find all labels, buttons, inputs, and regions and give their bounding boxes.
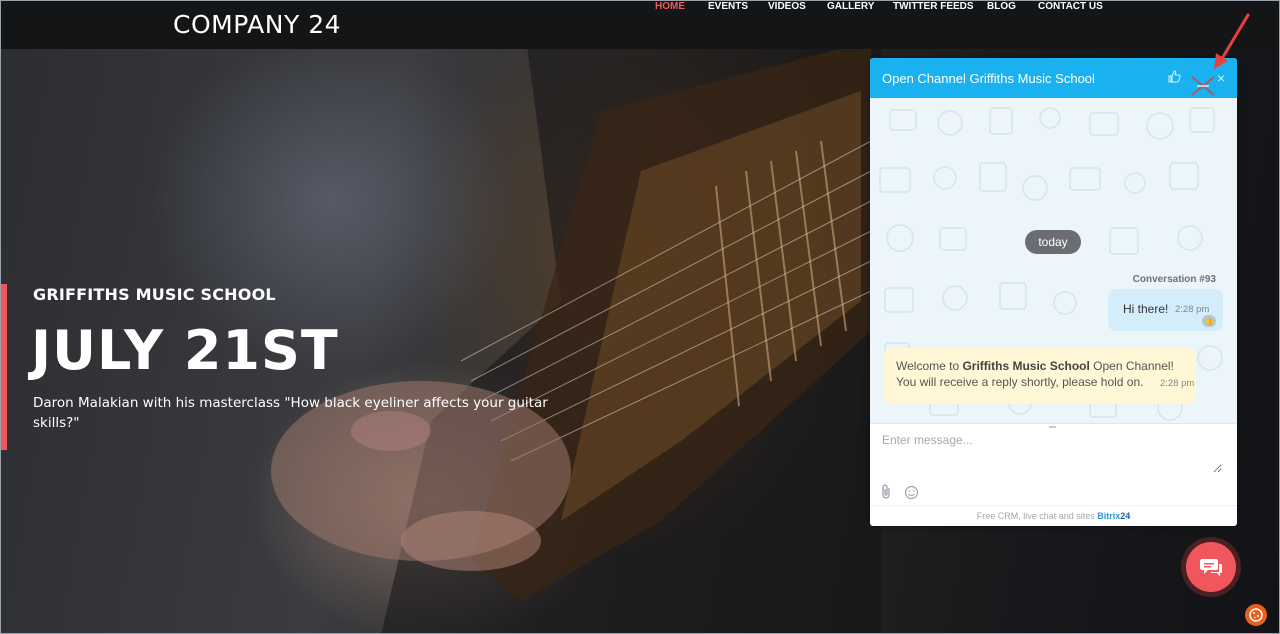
- message-time: 2:28 pm: [1160, 378, 1195, 389]
- chat-icon: [1200, 559, 1222, 576]
- brand-number: 24: [1120, 511, 1131, 521]
- chat-widget: Open Channel Griffiths Music School × to…: [870, 58, 1237, 526]
- message-text: Hi there!: [1123, 302, 1169, 316]
- resize-handle[interactable]: [1049, 426, 1056, 428]
- emoji-icon[interactable]: [904, 485, 919, 500]
- message-line-1: Welcome to Griffiths Music School Open C…: [896, 359, 1174, 373]
- conversation-label: Conversation #93: [1132, 274, 1216, 285]
- hero-title: JULY 21ST: [31, 319, 339, 382]
- footer-text: Free CRM, live chat and sites: [976, 511, 1095, 521]
- chat-title: Open Channel Griffiths Music School: [882, 71, 1095, 86]
- top-navbar: COMPANY 24 HOME EVENTS VIDEOS GALLERY TW…: [1, 1, 1279, 49]
- page-frame: COMPANY 24 HOME EVENTS VIDEOS GALLERY TW…: [0, 0, 1280, 634]
- bitrix24-link[interactable]: Bitrix24: [1097, 511, 1130, 521]
- nav-videos[interactable]: VIDEOS: [768, 1, 806, 12]
- attach-file-icon[interactable]: [880, 484, 894, 500]
- hero-description: Daron Malakian with his masterclass "How…: [33, 395, 548, 431]
- message-school-name: Griffiths Music School: [962, 359, 1090, 373]
- nav-contact-us[interactable]: CONTACT US: [1038, 1, 1103, 12]
- brand-name: Bitrix: [1097, 511, 1121, 521]
- message-incoming: Welcome to Griffiths Music School Open C…: [883, 348, 1196, 404]
- cookie-settings-icon[interactable]: [1245, 604, 1267, 626]
- message-composer: [870, 423, 1237, 505]
- chat-message-area: today Conversation #93 Hi there! 2:28 pm…: [870, 98, 1237, 423]
- chat-launcher-button[interactable]: [1186, 542, 1236, 592]
- nav-gallery[interactable]: GALLERY: [827, 1, 874, 12]
- thumbs-up-icon[interactable]: 👍: [1202, 315, 1216, 327]
- nav-events[interactable]: EVENTS: [708, 1, 748, 12]
- minimize-icon[interactable]: [1188, 76, 1218, 100]
- site-logo[interactable]: COMPANY 24: [173, 10, 341, 39]
- message-text-suffix: Open Channel!: [1089, 359, 1174, 373]
- chat-footer: Free CRM, live chat and sites Bitrix24: [870, 505, 1237, 526]
- message-text-prefix: Welcome to: [896, 359, 963, 373]
- nav-twitter-feeds[interactable]: TWITTER FEEDS: [893, 1, 974, 12]
- date-separator: today: [1025, 230, 1081, 254]
- hero-eyebrow: GRIFFITHS MUSIC SCHOOL: [33, 285, 276, 304]
- message-time: 2:28 pm: [1175, 304, 1210, 315]
- message-line-2: You will receive a reply shortly, please…: [896, 375, 1144, 389]
- nav-blog[interactable]: BLOG: [987, 1, 1016, 12]
- message-outgoing: Hi there! 2:28 pm 👍: [1108, 289, 1223, 331]
- hero-accent-bar: [1, 284, 7, 450]
- annotation-arrow: [1214, 13, 1250, 69]
- nav-home[interactable]: HOME: [655, 1, 685, 12]
- message-input[interactable]: [882, 433, 1222, 473]
